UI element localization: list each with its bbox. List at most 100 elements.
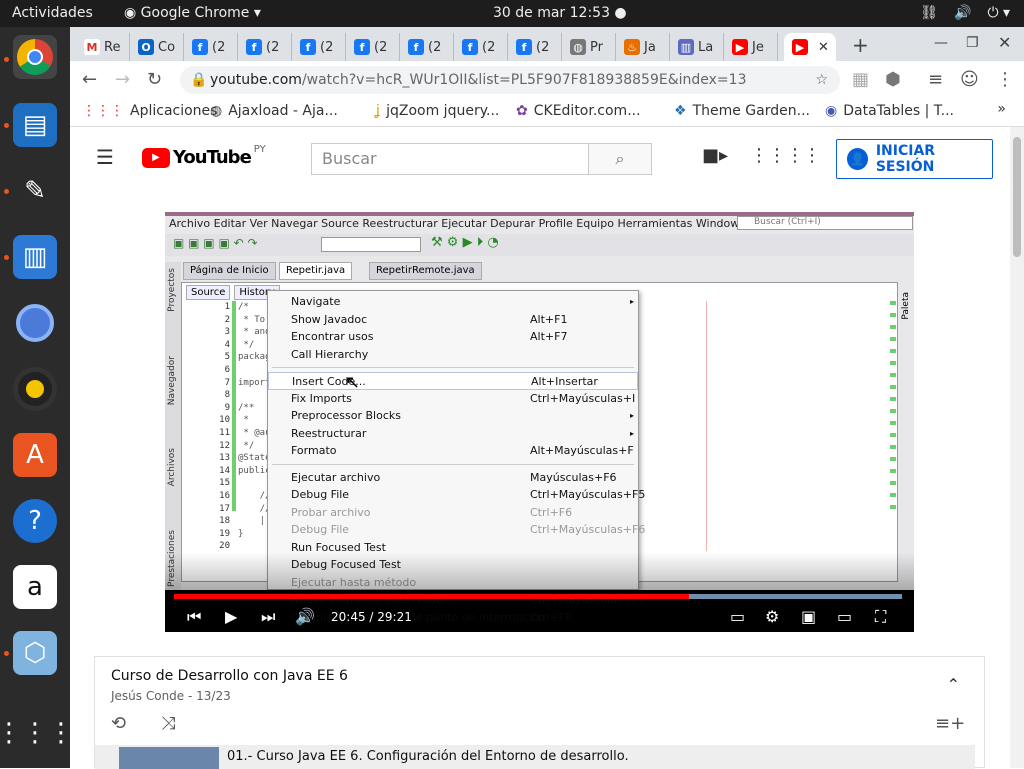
more-bookmarks-icon[interactable]: »: [997, 101, 1006, 117]
shuffle-icon[interactable]: ⤨: [161, 713, 175, 734]
fullscreen-icon[interactable]: ⛶: [875, 607, 886, 627]
menu-item-shortcut: Ctrl+Mayúsculas+F5: [530, 488, 646, 501]
browser-tab[interactable]: f (2: [400, 33, 454, 61]
bookmark-item[interactable]: ◉ DataTables | T...: [825, 103, 954, 119]
chrome-menu-icon[interactable]: ⋮: [996, 69, 1014, 90]
browser-tab[interactable]: f (2: [508, 33, 562, 61]
apps-grid-icon[interactable]: ⋮⋮⋮: [750, 145, 804, 166]
ide-line-numbers: 1 2 3 4 5 6 7 8 9 10 11 12 13 14 15 16 17 18 19 20: [200, 301, 230, 581]
playlist-title[interactable]: Curso de Desarrollo con Java EE 6: [111, 668, 348, 684]
restore-button[interactable]: ❐: [966, 35, 979, 51]
running-indicator: [4, 651, 9, 656]
hamburger-menu-icon[interactable]: ☰: [96, 145, 114, 169]
menu-item-label: Preprocessor Blocks: [291, 409, 401, 422]
browser-tab[interactable]: ▶ Je: [724, 33, 778, 61]
theater-mode-icon[interactable]: ▭: [837, 607, 852, 626]
progress-bar[interactable]: [174, 594, 902, 599]
browser-tab[interactable]: f (2: [292, 33, 346, 61]
close-window-button[interactable]: ✕: [998, 33, 1011, 52]
writer-dock-icon[interactable]: ▤: [13, 103, 57, 147]
browser-tab[interactable]: M Re: [76, 33, 130, 61]
browser-tab[interactable]: ▥ La: [670, 33, 724, 61]
help-dock-icon[interactable]: ?: [13, 499, 57, 543]
chromium-dock-icon[interactable]: [13, 301, 57, 345]
played-bar: [174, 594, 689, 599]
search-input[interactable]: Buscar: [311, 143, 589, 175]
bookmark-star-icon[interactable]: ☆: [815, 66, 828, 94]
page-scrollbar[interactable]: [1010, 127, 1024, 768]
chrome-dock-icon[interactable]: [13, 35, 57, 79]
loop-icon[interactable]: ⟲: [111, 713, 126, 734]
miniplayer-icon[interactable]: ▣: [801, 607, 816, 626]
bookmark-item[interactable]: ʝ jqZoom jquery...: [376, 103, 499, 119]
minimize-button[interactable]: —: [934, 35, 948, 51]
software-center-dock-icon[interactable]: A: [13, 433, 57, 477]
menu-item-shortcut: Ctrl+Mayúsculas+I: [530, 391, 636, 405]
bookmark-item[interactable]: ❖ Theme Garden...: [674, 103, 810, 119]
extension-cube-icon[interactable]: ⬢: [885, 69, 901, 90]
activities-button[interactable]: Actividades: [12, 0, 93, 27]
line-number: 3: [224, 327, 230, 338]
browser-tab[interactable]: f (2: [454, 33, 508, 61]
browser-tab[interactable]: f (2: [346, 33, 400, 61]
ide-side-label: Proyectos: [167, 268, 177, 312]
play-icon[interactable]: ▶: [225, 607, 237, 626]
browser-tab[interactable]: O Co: [130, 33, 184, 61]
scrollbar-thumb[interactable]: [1013, 137, 1021, 257]
ide-search-box: Buscar (Ctrl+I): [737, 216, 913, 230]
browser-tab[interactable]: ◍ Pr: [562, 33, 616, 61]
context-menu-item: Ejecutar archivo Mayúsculas+F6: [268, 469, 638, 487]
ide-file-tabs: Página de Inicio Repetir.java RepetirRem…: [183, 262, 893, 280]
subtitles-icon[interactable]: ▭: [730, 607, 745, 626]
system-tray[interactable]: ⛓ 🔊 ⏻ ▾: [920, 0, 1010, 27]
menu-item-label: Reestructurar: [291, 426, 367, 440]
rhythmbox-dock-icon[interactable]: [13, 367, 57, 411]
search-button[interactable]: ⌕: [588, 143, 652, 175]
amazon-dock-icon[interactable]: a: [13, 565, 57, 609]
show-apps-grid-icon[interactable]: ⋮⋮⋮: [0, 711, 74, 755]
back-button[interactable]: ←: [82, 69, 97, 90]
context-menu-item: Preprocessor Blocks ▸: [268, 407, 638, 425]
virtualbox-dock-icon[interactable]: ⬡: [13, 631, 57, 675]
drawing-tools-dock-icon[interactable]: ✎: [13, 169, 57, 213]
files-dock-icon[interactable]: ▥: [13, 235, 57, 279]
clock[interactable]: 30 de mar 12:53 ●: [493, 0, 627, 27]
browser-tab[interactable]: f (2: [238, 33, 292, 61]
save-playlist-icon[interactable]: ≡+: [935, 713, 965, 734]
bookmark-item[interactable]: ⋮⋮⋮ Aplicaciones: [82, 103, 217, 119]
app-menu[interactable]: ◉ Google Chrome ▾: [124, 0, 261, 27]
volume-icon[interactable]: 🔊: [295, 607, 315, 626]
profile-avatar-icon[interactable]: ☺: [960, 69, 979, 90]
playlist-item[interactable]: 01.- Curso Java EE 6. Configuración del …: [95, 745, 975, 769]
tab-title: (2: [536, 39, 550, 55]
previous-icon[interactable]: ⏮: [187, 607, 201, 627]
collapse-chevron-icon[interactable]: ⌃: [947, 675, 960, 694]
settings-dots-icon[interactable]: ⋮: [803, 145, 821, 166]
playlist-controls: ⟲ ⤨ ≡+: [111, 713, 971, 737]
signin-button[interactable]: 👤 INICIAR SESIÓN: [836, 139, 993, 179]
bookmark-item[interactable]: ◍ Ajaxload - Aja...: [210, 103, 338, 119]
extension-icon[interactable]: ▦: [852, 69, 869, 90]
reload-button[interactable]: ↻: [147, 69, 162, 90]
bookmark-item[interactable]: ✿ CKEditor.com...: [516, 103, 641, 119]
active-tab[interactable]: ▶ ✕: [784, 33, 836, 61]
address-bar[interactable]: 🔒 youtube.com/watch?v=hcR_WUr1OII&list=PL…: [180, 66, 840, 94]
menu-item-shortcut: Alt+F7: [530, 330, 568, 343]
close-tab-icon[interactable]: ✕: [818, 40, 829, 55]
bookmarks-bar: ⋮⋮⋮ Aplicaciones ◍ Ajaxload - Aja... ʝ jqZoom…: [70, 97, 1024, 127]
tab-title: (2: [212, 39, 226, 55]
youtube-logo[interactable]: ▶ YouTube PY: [142, 144, 266, 168]
ide-toolbar: ▣ ▣ ▣ ▣ ↶ ↷ ⚒ ⚙ ▶ ⏵ ◔: [165, 234, 914, 256]
settings-gear-icon[interactable]: ⚙: [765, 607, 779, 626]
next-icon[interactable]: ⏭: [261, 607, 275, 627]
chevron-down-icon: ▾: [249, 5, 261, 21]
browser-tab[interactable]: f (2: [184, 33, 238, 61]
create-video-icon[interactable]: ■▸: [702, 145, 728, 166]
media-queue-icon[interactable]: ≡: [928, 69, 943, 90]
line-number: 11: [219, 427, 230, 438]
browser-tab[interactable]: ♨ Ja: [616, 33, 670, 61]
datatables-icon: ◉: [825, 103, 838, 119]
video-player[interactable]: Archivo Editar Ver Navegar Source Reestr…: [165, 212, 914, 632]
forward-button[interactable]: →: [115, 69, 130, 90]
new-tab-button[interactable]: +: [852, 33, 869, 57]
